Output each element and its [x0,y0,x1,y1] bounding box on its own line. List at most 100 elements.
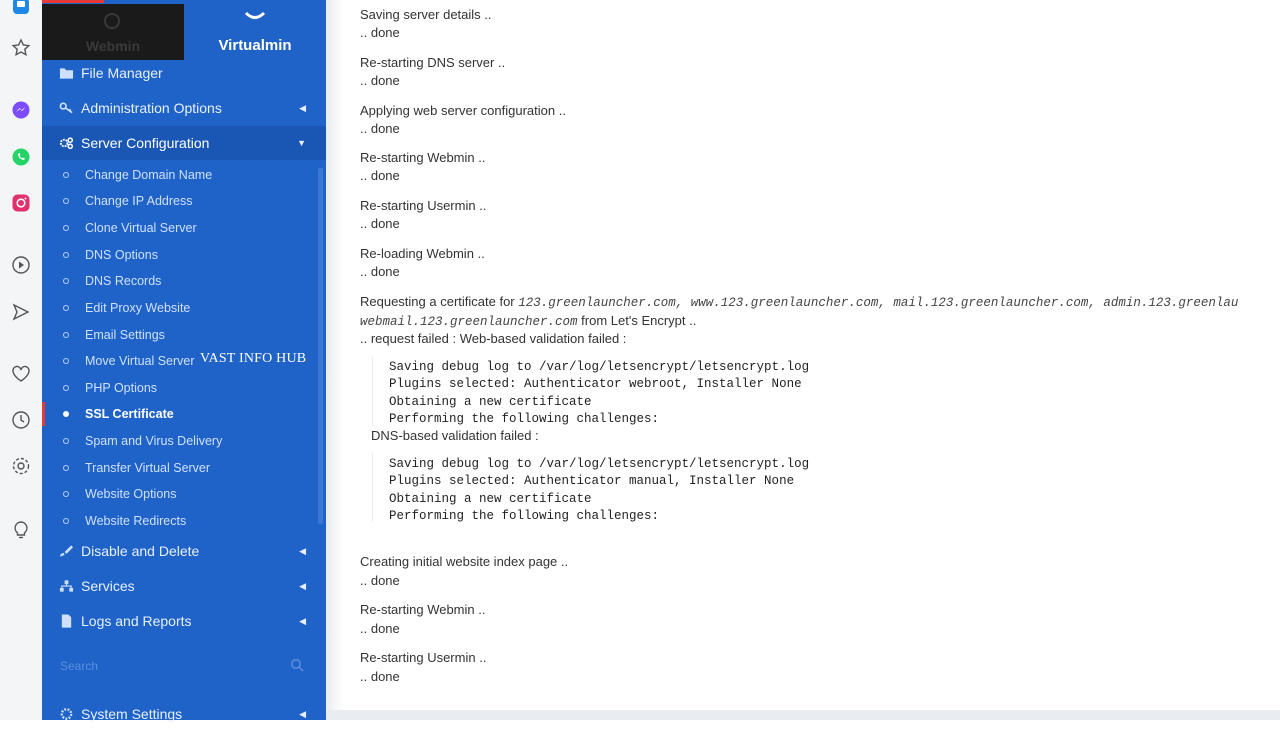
log-done: .. done [360,669,400,684]
submenu-label: DNS Records [85,274,162,288]
menu-system-settings[interactable]: System Settings ◀ [42,697,326,731]
menu-server-configuration-label: Server Configuration [81,135,210,151]
bullet-icon [63,332,69,338]
pre-line: Performing the following challenges: [389,412,660,426]
log-done: .. done [360,121,400,136]
log-done: .. done [360,216,400,231]
pre-line: Saving debug log to /var/log/letsencrypt… [389,360,810,374]
log-done: .. done [360,168,400,183]
watermark-text: VAST INFO HUB [200,351,307,366]
bullet-icon [63,305,69,311]
sidebar-search[interactable]: Search [58,652,310,680]
pre-line: Saving debug log to /var/log/letsencrypt… [389,457,810,471]
menu-services[interactable]: Services ◀ [42,569,326,603]
product-tabs: Webmin Virtualmin [42,0,326,62]
submenu-label: Clone Virtual Server [85,221,197,235]
submenu-spam-and-virus-delivery[interactable]: Spam and Virus Delivery [42,428,318,454]
star-icon[interactable] [9,36,33,60]
submenu-label: Edit Proxy Website [85,301,191,315]
submenu-label: Website Redirects [85,514,187,528]
bullet-icon [63,491,69,497]
log-restarting-webmin-2: Re-starting Webmin .. [360,602,486,617]
pre-line: Plugins selected: Authenticator manual, … [389,474,795,488]
menu-administration-options-label: Administration Options [81,100,222,116]
menu-services-label: Services [81,578,135,594]
bullet-icon [63,198,69,204]
log-done: .. done [360,621,400,636]
instagram-icon[interactable] [9,191,33,215]
menu-server-configuration[interactable]: Server Configuration ▼ [42,126,326,160]
submenu-change-domain-name[interactable]: Change Domain Name [42,162,318,188]
bullet-icon [63,278,69,284]
log-applying-web-config: Applying web server configuration .. [360,103,566,118]
heart-icon[interactable] [9,362,33,386]
bullet-icon [63,358,69,364]
tab-webmin-label: Webmin [85,38,141,54]
log-restarting-webmin: Re-starting Webmin .. [360,150,486,165]
menu-administration-options[interactable]: Administration Options ◀ [42,91,326,125]
pre-line: Obtaining a new certificate [389,492,592,506]
letsencrypt-log-block-manual: Saving debug log to /var/log/letsencrypt… [372,452,1280,522]
submenu-php-options[interactable]: PHP Options [42,375,318,401]
submenu-transfer-virtual-server[interactable]: Transfer Virtual Server [42,455,318,481]
menu-disable-and-delete[interactable]: Disable and Delete ◀ [42,534,326,568]
log-done: .. done [360,73,400,88]
submenu-website-options[interactable]: Website Options [42,481,318,507]
app-icon[interactable] [9,0,33,18]
submenu-dns-options[interactable]: DNS Options [42,242,318,268]
log-reloading-webmin: Re-loading Webmin .. [360,246,485,261]
submenu-label: Spam and Virus Delivery [85,434,223,448]
lightbulb-icon[interactable] [9,518,33,542]
bullet-icon [63,465,69,471]
submenu-dns-records[interactable]: DNS Records [42,268,318,294]
clock-icon[interactable] [9,408,33,432]
cogs-icon [58,136,74,150]
submenu-label: Email Settings [85,328,165,342]
caret-left-icon: ◀ [299,102,306,113]
log-done: .. done [360,573,400,588]
menu-file-manager[interactable]: File Manager [42,56,326,90]
pre-line: Obtaining a new certificate [389,395,592,409]
tab-webmin[interactable]: Webmin [42,0,184,60]
gear-icon[interactable] [9,454,33,478]
submenu-label: Transfer Virtual Server [85,461,211,475]
submenu-clone-virtual-server[interactable]: Clone Virtual Server [42,215,318,241]
submenu-change-ip-address[interactable]: Change IP Address [42,188,318,214]
tab-webmin-accent [42,0,104,3]
bullet-icon [63,518,69,524]
submenu-label: Website Options [85,487,177,501]
menu-disable-and-delete-label: Disable and Delete [81,543,200,559]
caret-left-icon: ◀ [299,615,306,626]
log-done: .. done [360,25,400,40]
log-requesting-certificate-cont: webmail.123.greenlauncher.com from Let's… [360,313,696,329]
sidebar-scrollbar[interactable] [318,168,323,524]
submenu-label: PHP Options [85,381,158,395]
log-requesting-certificate: Requesting a certificate for 123.greenla… [360,294,1238,310]
log-request-prefix: Requesting a certificate for [360,294,515,309]
play-icon[interactable] [9,253,33,277]
messenger-icon[interactable] [9,98,33,122]
submenu-edit-proxy-website[interactable]: Edit Proxy Website [42,295,318,321]
whatsapp-icon[interactable] [9,145,33,169]
main-divider-shadow [326,0,344,720]
log-web-validation-failed: .. request failed : Web-based validation… [360,331,627,346]
log-restarting-usermin: Re-starting Usermin .. [360,198,487,213]
log-done: .. done [360,264,400,279]
send-icon[interactable] [9,300,33,324]
submenu-label: Change Domain Name [85,168,213,182]
bullet-icon [63,252,69,258]
submenu-label: DNS Options [85,248,158,262]
submenu-website-redirects[interactable]: Website Redirects [42,508,318,534]
menu-logs-and-reports[interactable]: Logs and Reports ◀ [42,604,326,638]
submenu-ssl-certificate[interactable]: SSL Certificate [42,401,318,427]
log-creating-index-page: Creating initial website index page .. [360,554,569,569]
menu-logs-and-reports-label: Logs and Reports [81,613,192,629]
tab-virtualmin[interactable]: Virtualmin [184,0,326,62]
log-dns-validation-failed: DNS-based validation failed : [371,428,539,443]
log-request-domains: 123.greenlauncher.com, www.123.greenlaun… [518,296,1239,310]
bullet-icon [63,438,69,444]
submenu-label: Change IP Address [85,194,193,208]
submenu-label: Move Virtual Server [85,354,195,368]
search-input[interactable]: Search [60,659,98,673]
submenu-email-settings[interactable]: Email Settings [42,322,318,348]
